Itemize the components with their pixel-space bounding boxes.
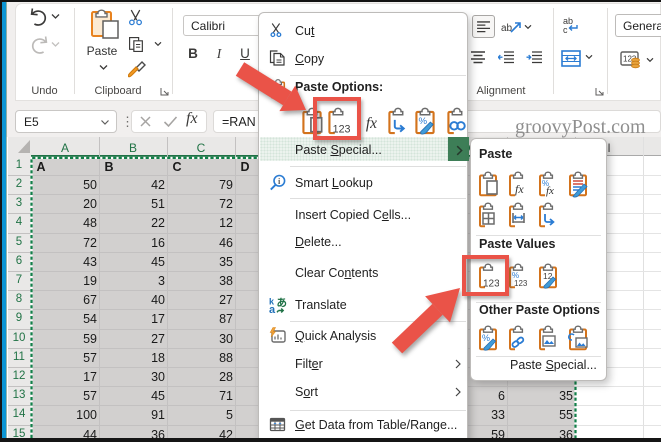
svg-text:fx: fx (515, 182, 524, 196)
svg-text:fx: fx (546, 185, 554, 197)
svg-text:123: 123 (514, 279, 528, 288)
svg-text:%: % (482, 333, 490, 343)
